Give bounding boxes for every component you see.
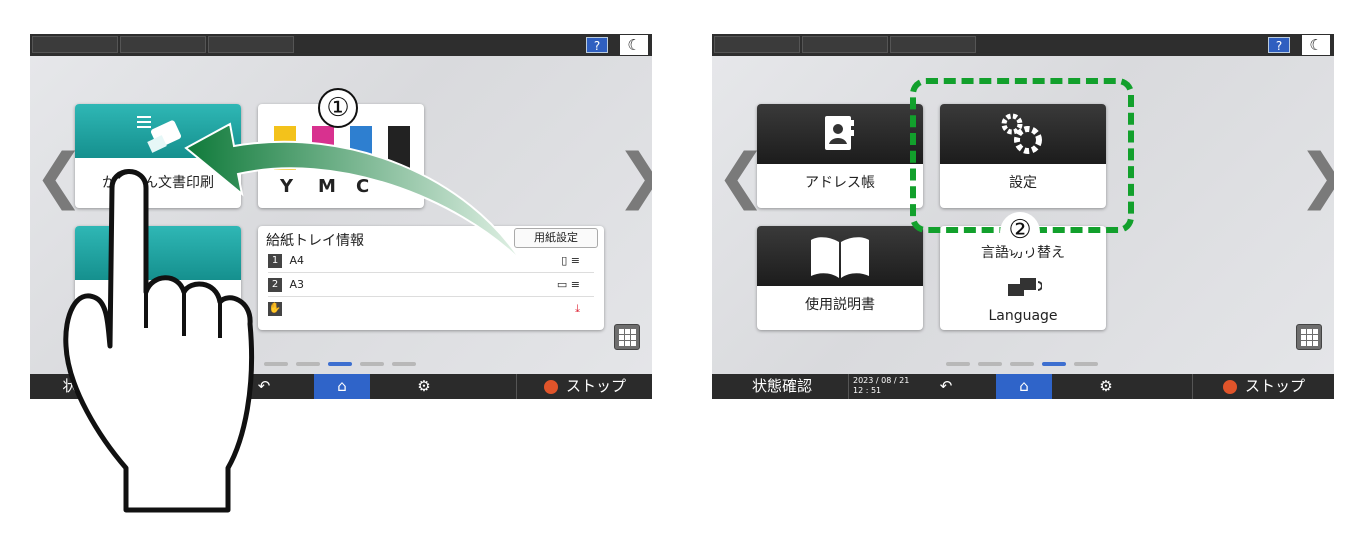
page-dot-active: [1042, 362, 1066, 366]
app-address-book[interactable]: アドレス帳: [757, 104, 923, 208]
home-icon[interactable]: ⌂: [996, 374, 1052, 399]
top-bar-segment: [802, 36, 888, 53]
language-switch-icon: [1008, 278, 1042, 296]
page-dot: [1074, 362, 1098, 366]
stop-icon: [1222, 379, 1237, 394]
hand-icon: [63, 169, 255, 513]
moon-icon[interactable]: ☾: [1302, 35, 1330, 55]
bottom-bar: 状態確認 2023 / 08 / 21 12 : 51 ↶ ⌂ ⚙ ストップ: [712, 374, 1334, 399]
page-dot: [946, 362, 970, 366]
app-user-manual[interactable]: 使用説明書: [757, 226, 923, 330]
date-time: 2023 / 08 / 21 12 : 51: [848, 374, 923, 399]
step-callout: ①: [318, 88, 358, 128]
settings-highlight: [910, 78, 1134, 233]
language-label: Language: [988, 308, 1058, 324]
step-callout: ②: [1000, 212, 1040, 252]
time-label: 12 : 51: [853, 386, 882, 395]
top-bar: ? ☾: [712, 34, 1334, 56]
top-bar-segment: [890, 36, 976, 53]
stop-button[interactable]: ストップ: [1192, 374, 1335, 399]
back-icon[interactable]: ↶: [926, 374, 966, 399]
top-bar-segment: [714, 36, 800, 53]
app-label: 使用説明書: [805, 297, 875, 313]
page-dot: [978, 362, 1002, 366]
next-page-arrow[interactable]: ❯: [1298, 146, 1334, 206]
status-button[interactable]: 状態確認: [732, 374, 832, 399]
app-label: アドレス帳: [805, 175, 875, 191]
help-button[interactable]: ?: [1268, 37, 1290, 53]
app-list-icon[interactable]: [1296, 324, 1322, 350]
page-dot: [1010, 362, 1034, 366]
address-book-icon: [757, 104, 923, 164]
date-label: 2023 / 08 / 21: [853, 376, 910, 385]
gear-icon[interactable]: ⚙: [1086, 374, 1126, 399]
book-icon: [757, 226, 923, 286]
stop-label: ストップ: [1244, 377, 1305, 395]
